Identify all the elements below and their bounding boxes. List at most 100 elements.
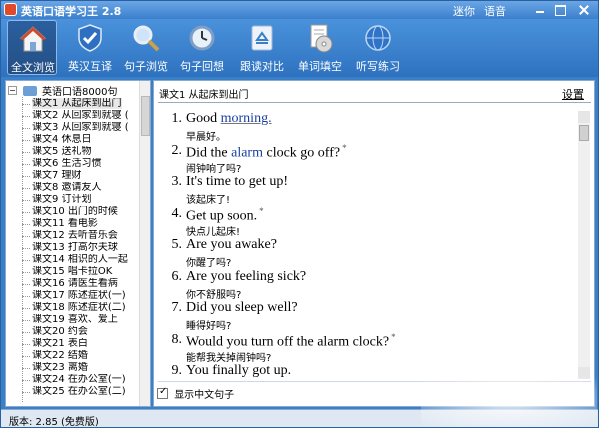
show-chinese-toggle[interactable]: 显示中文句子	[157, 386, 234, 401]
tree-item[interactable]: 课文5 送礼物	[20, 146, 140, 158]
sentence-text: It's time to get up!	[186, 174, 289, 189]
sentence-number: 1.	[171, 111, 183, 126]
tree-root[interactable]: − 英语口语8000句	[8, 83, 118, 98]
tree-item[interactable]: 课文13 打高尔夫球	[20, 242, 140, 254]
tool-sentence-browse[interactable]: 句子浏览	[121, 20, 171, 75]
scrollbar-thumb[interactable]	[141, 96, 150, 136]
sentence-text: Good	[186, 111, 221, 126]
sentence-item[interactable]: 4. Get up soon. * 快点儿起床!	[162, 206, 568, 238]
sentence-number: 7.	[171, 300, 183, 315]
lesson-content: 课文1 从起床到出门 设置 1. Good morning. 早晨好。 2. Did t…	[153, 80, 595, 407]
content-scrollbar[interactable]	[578, 111, 590, 379]
sentence-number: 4.	[171, 205, 183, 221]
show-chinese-label: 显示中文句子	[174, 390, 235, 401]
tree-item[interactable]: 课文16 请医生看病	[20, 278, 140, 290]
tool-word-fill-blank[interactable]: 单词填空	[295, 20, 345, 75]
scrollbar-thumb[interactable]	[579, 125, 589, 141]
tree-item[interactable]: 课文15 唱卡拉OK	[20, 266, 140, 278]
sentence-chinese: 睡得好吗?	[186, 321, 232, 332]
tree-item[interactable]: 课文20 约会	[20, 326, 140, 338]
tree-item[interactable]: 课文7 理财	[20, 170, 140, 182]
tool-read-along-compare[interactable]: 跟读对比	[237, 20, 287, 75]
magnifier-icon	[133, 25, 160, 52]
show-chinese-checkbox[interactable]	[157, 386, 168, 399]
sentence-number: 3.	[171, 174, 183, 189]
tool-label: 单词填空	[298, 60, 342, 73]
tree-item[interactable]: 课文12 去听音乐会	[20, 230, 140, 242]
tree-item[interactable]: 课文3 从回家到就寝 (	[20, 122, 140, 134]
tree-item[interactable]: 课文11 看电影	[20, 218, 140, 230]
tree-item-label: 课文19 喜欢、爱上	[32, 314, 118, 325]
tree-item[interactable]: 课文6 生活习惯	[20, 158, 140, 170]
sentence-chinese: 快点儿起床!	[186, 226, 241, 238]
tree-item-label: 课文4 休息日	[32, 134, 92, 145]
maximize-button[interactable]	[552, 3, 568, 16]
version-text: 版本: 2.85 (免费版)	[9, 417, 99, 428]
tree-item[interactable]: 课文14 相识的人一起	[20, 254, 140, 266]
sentence-chinese: 闹钟响了吗?	[186, 163, 242, 175]
tool-label: 英汉互译	[68, 60, 112, 73]
sentence-text: Are you feeling sick?	[186, 268, 307, 284]
tree-item[interactable]: 课文18 陈述症状(二)	[20, 302, 140, 314]
sentence-text: Would you turn off the alarm clock?	[186, 334, 390, 350]
tree-item-label: 课文17 陈述症状(一)	[32, 290, 126, 301]
sentence-english: Are you feeling sick?	[186, 269, 306, 285]
tree-item-label: 课文21 表白	[32, 338, 88, 349]
tree-item[interactable]: 课文22 结婚	[20, 350, 140, 362]
sentence-english: Good morning.	[186, 111, 272, 127]
tree-item[interactable]: 课文23 离婚	[20, 362, 140, 374]
highlighted-word[interactable]: alarm	[231, 145, 263, 160]
window-title: 英语口语学习王 2.8	[21, 5, 122, 18]
tool-en-zh-translate[interactable]: 英汉互译	[65, 20, 115, 75]
tool-label: 跟读对比	[240, 60, 284, 73]
sentence-text: clock go off?	[262, 145, 341, 161]
tree-item[interactable]: 课文1 从起床到出门	[20, 98, 140, 110]
tool-dictation-practice[interactable]: 听写练习	[353, 20, 403, 75]
tree-item[interactable]: 课文9 订计划	[20, 194, 140, 206]
tree-item[interactable]: 课文19 喜欢、爱上	[20, 314, 140, 326]
tree-item-label: 课文16 请医生看病	[32, 278, 118, 289]
tree-item[interactable]: 课文8 邀请友人	[20, 182, 140, 194]
sentence-item[interactable]: 5. Are you awake? 你醒了吗?	[162, 237, 568, 269]
sentence-item[interactable]: 7. Did you sleep well? 睡得好吗?	[162, 300, 568, 332]
tree-item[interactable]: 课文17 陈述症状(一)	[20, 290, 140, 302]
mini-mode-button[interactable]: 迷你	[453, 3, 475, 19]
scroll-up-icon[interactable]	[578, 111, 590, 123]
tree-item[interactable]: 课文10 出门的时候	[20, 206, 140, 218]
tree-item-label: 课文15 唱卡拉OK	[32, 266, 113, 277]
sentence-english: It's time to get up!	[186, 174, 288, 190]
tool-sentence-recall[interactable]: 句子回想	[177, 20, 227, 75]
tree-item[interactable]: 课文24 在办公室(一)	[20, 374, 140, 386]
app-logo-icon	[4, 3, 17, 16]
sentence-number: 2.	[171, 142, 183, 158]
tree-item[interactable]: 课文25 在办公室(二)	[20, 386, 140, 398]
sentence-text: You finally got up.	[186, 363, 292, 378]
sentence-item[interactable]: 2. Did the alarm clock go off? * 闹钟响了吗?	[162, 143, 568, 175]
document-disc-icon	[310, 24, 333, 53]
tree-item-label: 课文5 送礼物	[32, 146, 92, 157]
highlighted-word[interactable]: morning.	[221, 111, 272, 126]
sentence-item[interactable]: 8. Would you turn off the alarm clock? * 能帮…	[162, 332, 568, 364]
tree-item-label: 课文9 订计划	[32, 194, 92, 205]
settings-link[interactable]: 设置	[562, 86, 584, 102]
watermark-blur	[421, 377, 597, 427]
tree-scrollbar[interactable]	[139, 81, 150, 406]
sentence-item[interactable]: 6. Are you feeling sick? 你不舒服吗?	[162, 269, 568, 301]
minimize-button[interactable]	[532, 3, 548, 16]
tree-item[interactable]: 课文2 从回家到就寝 (	[20, 110, 140, 122]
tree-item-label: 课文1 从起床到出门	[32, 98, 122, 109]
tool-full-text-browse[interactable]: 全文浏览	[7, 20, 57, 75]
tree-item-label: 课文25 在办公室(二)	[32, 386, 126, 397]
sentence-chinese: 能帮我关掉闹钟吗?	[186, 352, 272, 364]
tree-item[interactable]: 课文4 休息日	[20, 134, 140, 146]
star-mark: *	[259, 205, 264, 216]
tree-item-label: 课文13 打高尔夫球	[32, 242, 118, 253]
lesson-tree: − 英语口语8000句 课文1 从起床到出门 课文2 从回家到就寝 (课文3 从回…	[5, 80, 151, 407]
sentence-item[interactable]: 1. Good morning. 早晨好。	[162, 111, 568, 143]
tree-root-label: 英语口语8000句	[42, 87, 118, 98]
voice-button[interactable]: 语音	[484, 3, 506, 19]
collapse-icon[interactable]: −	[8, 86, 17, 95]
close-button[interactable]	[576, 3, 592, 16]
sentence-item[interactable]: 3. It's time to get up! 该起床了!	[162, 174, 568, 206]
tree-item[interactable]: 课文21 表白	[20, 338, 140, 350]
